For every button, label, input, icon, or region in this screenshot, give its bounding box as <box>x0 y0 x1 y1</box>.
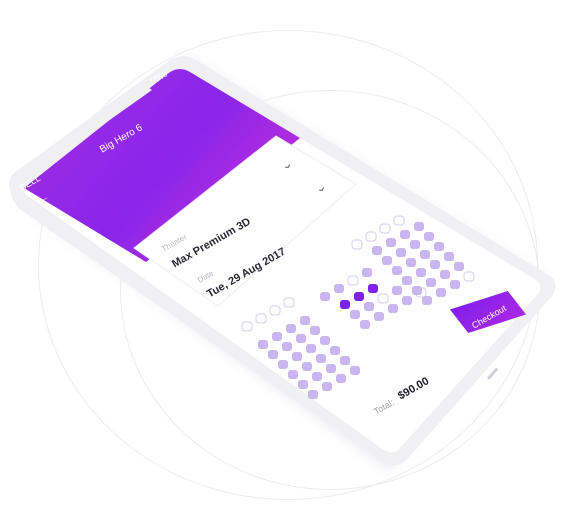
seat[interactable] <box>241 321 253 332</box>
seat-selected[interactable] <box>354 292 364 301</box>
seat[interactable] <box>320 336 330 345</box>
seat[interactable] <box>410 240 420 249</box>
seat[interactable] <box>282 342 292 351</box>
seat[interactable] <box>362 268 372 277</box>
seat[interactable] <box>320 292 330 301</box>
seat[interactable] <box>463 271 475 282</box>
seat[interactable] <box>450 280 460 289</box>
seat[interactable] <box>296 334 306 343</box>
seat[interactable] <box>336 374 346 383</box>
seat[interactable] <box>286 324 296 333</box>
seat[interactable] <box>334 284 344 293</box>
seat[interactable] <box>379 223 391 234</box>
seat[interactable] <box>272 332 282 341</box>
seat-selected[interactable] <box>368 284 378 293</box>
seat[interactable] <box>396 248 406 257</box>
seat[interactable] <box>310 326 320 335</box>
seat[interactable] <box>434 242 444 251</box>
seat[interactable] <box>393 215 405 226</box>
seat[interactable] <box>268 350 278 359</box>
seat[interactable] <box>278 360 288 369</box>
seat[interactable] <box>426 278 436 287</box>
seat[interactable] <box>316 354 326 363</box>
seat[interactable] <box>306 344 316 353</box>
seat[interactable] <box>377 293 389 304</box>
seat[interactable] <box>350 310 360 319</box>
seat[interactable] <box>312 372 322 381</box>
seat[interactable] <box>308 390 318 399</box>
seat[interactable] <box>402 276 412 285</box>
seat[interactable] <box>392 266 402 275</box>
seat[interactable] <box>422 296 432 305</box>
seat[interactable] <box>255 313 267 324</box>
seat[interactable] <box>258 340 268 349</box>
seat[interactable] <box>400 230 410 239</box>
seat[interactable] <box>372 246 382 255</box>
seat[interactable] <box>420 250 430 259</box>
seat[interactable] <box>444 252 454 261</box>
seat[interactable] <box>322 382 332 391</box>
seat[interactable] <box>436 288 446 297</box>
seat[interactable] <box>302 362 312 371</box>
seat[interactable] <box>326 364 336 373</box>
seat[interactable] <box>386 238 396 247</box>
seat[interactable] <box>424 232 434 241</box>
seat[interactable] <box>347 275 359 286</box>
seat[interactable] <box>350 366 360 375</box>
seat[interactable] <box>406 258 416 267</box>
seat[interactable] <box>298 380 308 389</box>
seat[interactable] <box>382 256 392 265</box>
seat[interactable] <box>269 305 281 316</box>
seat[interactable] <box>374 312 384 321</box>
seat[interactable] <box>402 296 412 305</box>
seat[interactable] <box>300 316 310 325</box>
seat[interactable] <box>283 297 295 308</box>
seat[interactable] <box>392 286 402 295</box>
seat[interactable] <box>340 356 350 365</box>
seat-selected[interactable] <box>340 300 350 309</box>
seat[interactable] <box>412 286 422 295</box>
seat[interactable] <box>454 262 464 271</box>
seat[interactable] <box>430 260 440 269</box>
seat[interactable] <box>330 346 340 355</box>
seat[interactable] <box>288 370 298 379</box>
seat[interactable] <box>416 268 426 277</box>
seat[interactable] <box>440 270 450 279</box>
seat[interactable] <box>388 304 398 313</box>
seat[interactable] <box>364 302 374 311</box>
seat[interactable] <box>360 320 370 329</box>
seat[interactable] <box>365 231 377 242</box>
seat[interactable] <box>351 239 363 250</box>
seat[interactable] <box>292 352 302 361</box>
seat[interactable] <box>414 222 424 231</box>
